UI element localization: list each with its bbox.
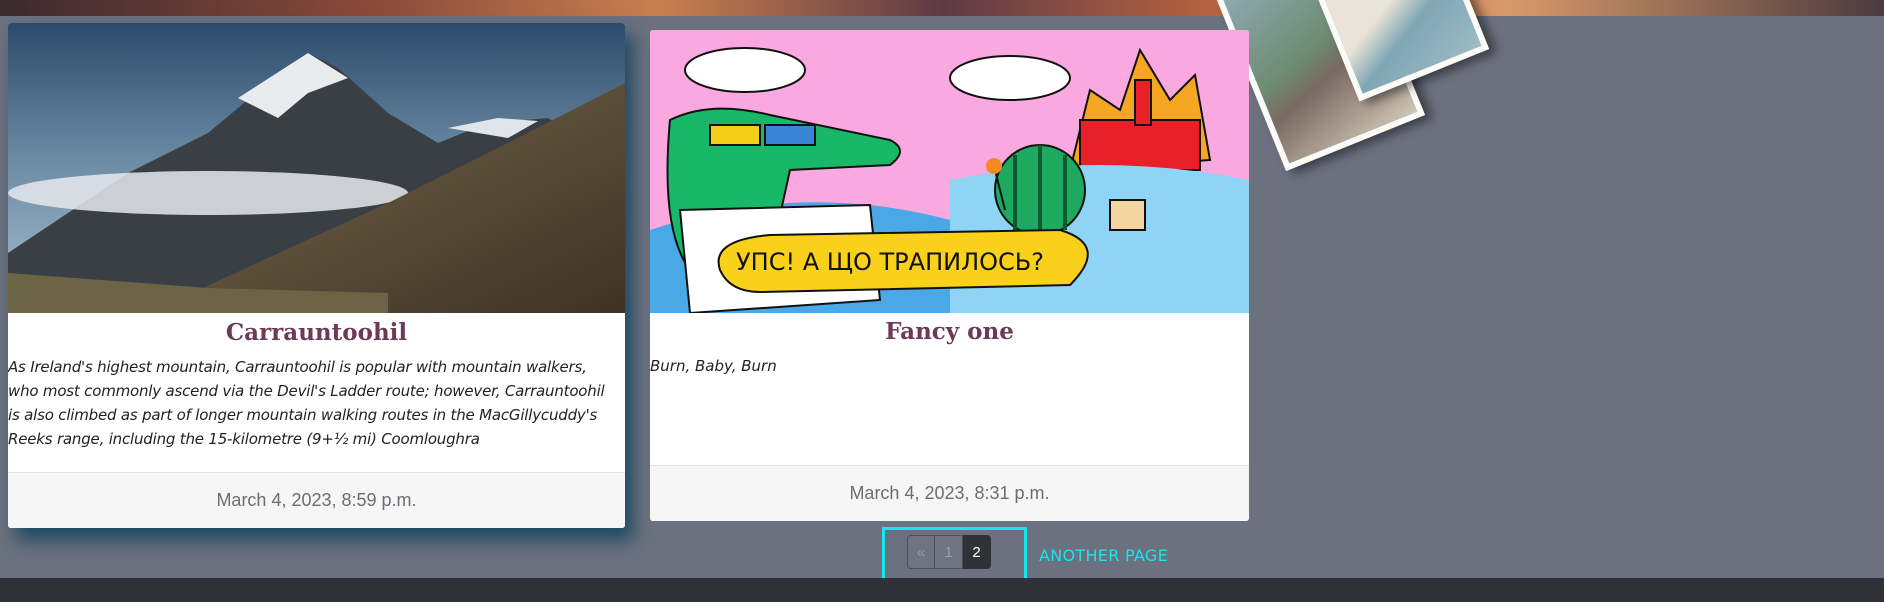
card-title[interactable]: Carrauntoohil (8, 319, 625, 351)
post-card[interactable]: Carrauntoohil As Ireland's highest mount… (8, 23, 625, 528)
pagination-page-2[interactable]: 2 (963, 535, 991, 569)
another-page-link[interactable]: ANOTHER PAGE (1039, 546, 1168, 565)
pagination: « 1 2 (907, 535, 991, 569)
hero-banner-strip (0, 0, 1884, 16)
card-description: As Ireland's highest mountain, Carraunto… (8, 358, 605, 448)
card-title[interactable]: Fancy one (650, 318, 1249, 350)
card-image-cartoon: УПС! А ЩО ТРАПИЛОСЬ? (650, 30, 1249, 313)
card-footer-date: March 4, 2023, 8:59 p.m. (8, 472, 625, 528)
card-image-mountain (8, 23, 625, 313)
speech-bubble-text: УПС! А ЩО ТРАПИЛОСЬ? (736, 248, 1044, 276)
pagination-prev-button[interactable]: « (907, 535, 935, 569)
post-card[interactable]: УПС! А ЩО ТРАПИЛОСЬ? Fancy one Burn, Bab… (650, 30, 1249, 521)
pagination-page-1[interactable]: 1 (935, 535, 963, 569)
footer-bar (0, 578, 1884, 602)
card-footer-date: March 4, 2023, 8:31 p.m. (650, 465, 1249, 521)
card-description: Burn, Baby, Burn (650, 357, 777, 375)
